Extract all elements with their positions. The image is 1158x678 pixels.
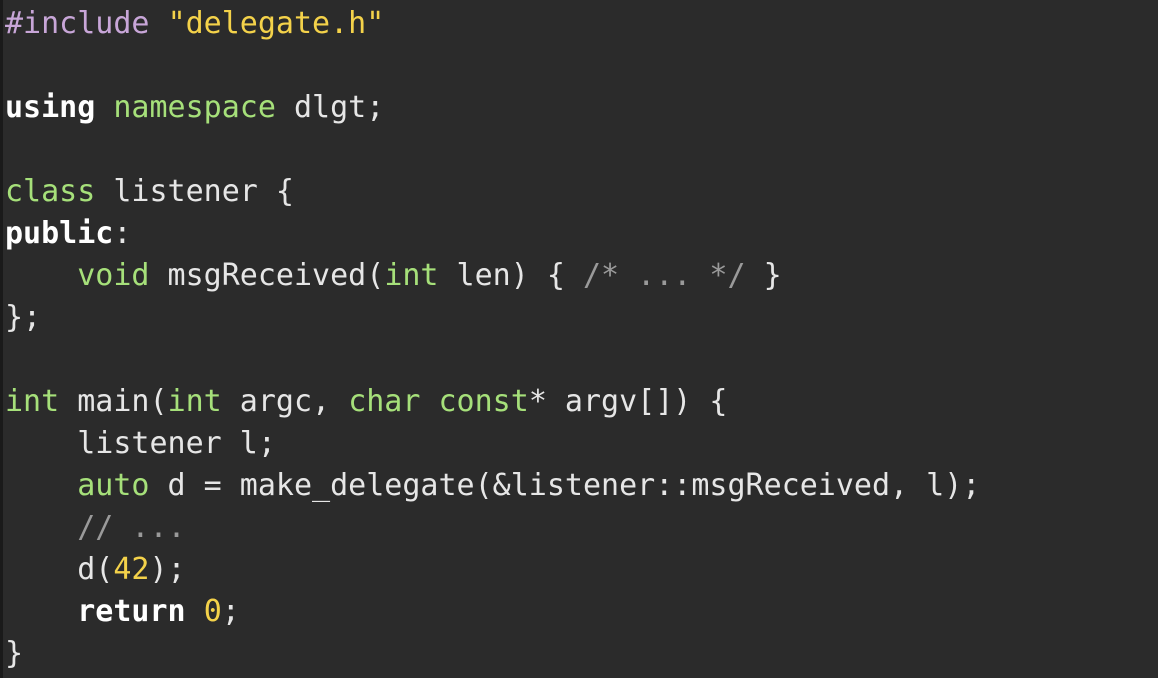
code-token-num: 42: [113, 552, 150, 587]
code-editor[interactable]: #include "delegate.h" using namespace dl…: [0, 0, 1158, 678]
code-token-plain: d(: [5, 552, 114, 587]
code-token-type: int: [167, 384, 222, 419]
code-token-num: 0: [203, 594, 222, 629]
code-token-kw-bold: using: [5, 90, 96, 125]
code-token-plain: listener l;: [5, 426, 276, 461]
code-line: public:: [5, 213, 1158, 255]
code-token-type: void: [77, 258, 150, 293]
code-line: #include "delegate.h": [5, 3, 1158, 45]
code-token-plain: }: [5, 636, 24, 671]
code-token-kw: namespace: [113, 90, 276, 125]
code-line: class listener {: [5, 171, 1158, 213]
code-line: };: [5, 297, 1158, 339]
code-line: }: [5, 633, 1158, 675]
code-line: int main(int argc, char const* argv[]) {: [5, 381, 1158, 423]
code-line: // ...: [5, 507, 1158, 549]
code-token-plain: listener {: [95, 174, 294, 209]
code-token-kw-bold: return: [77, 594, 186, 629]
code-token-plain: };: [5, 300, 42, 335]
code-line: void msgReceived(int len) { /* ... */ }: [5, 255, 1158, 297]
code-token-plain: ;: [221, 594, 240, 629]
code-token-comment: /* ... */: [583, 258, 746, 293]
code-token-type: char: [348, 384, 421, 419]
code-token-type: int: [384, 258, 439, 293]
code-token-plain: msgReceived(: [149, 258, 385, 293]
code-token-kw: class: [5, 174, 96, 209]
code-block: #include "delegate.h" using namespace dl…: [5, 3, 1158, 675]
code-token-comment: // ...: [77, 510, 186, 545]
code-token-type: int: [5, 384, 60, 419]
code-token-str: "delegate.h": [167, 6, 385, 41]
code-token-plain: len) {: [438, 258, 583, 293]
code-token-plain: }: [745, 258, 782, 293]
code-token-plain: dlgt;: [275, 90, 385, 125]
code-token-plain: );: [149, 552, 186, 587]
code-line: using namespace dlgt;: [5, 87, 1158, 129]
code-line: auto d = make_delegate(&listener::msgRec…: [5, 465, 1158, 507]
code-token-plain: :: [113, 216, 132, 251]
code-line: d(42);: [5, 549, 1158, 591]
code-token-kw: const: [438, 384, 529, 419]
code-token-plain: main(: [59, 384, 168, 419]
code-line: return 0;: [5, 591, 1158, 633]
code-token-plain: * argv[]) {: [528, 384, 728, 419]
code-line: listener l;: [5, 423, 1158, 465]
code-token-kw: auto: [77, 468, 150, 503]
code-token-pre: #include: [5, 6, 150, 41]
code-token-plain: argc,: [221, 384, 349, 419]
code-token-kw-bold: public: [5, 216, 114, 251]
code-token-plain: d = make_delegate(&listener::msgReceived…: [149, 468, 981, 503]
